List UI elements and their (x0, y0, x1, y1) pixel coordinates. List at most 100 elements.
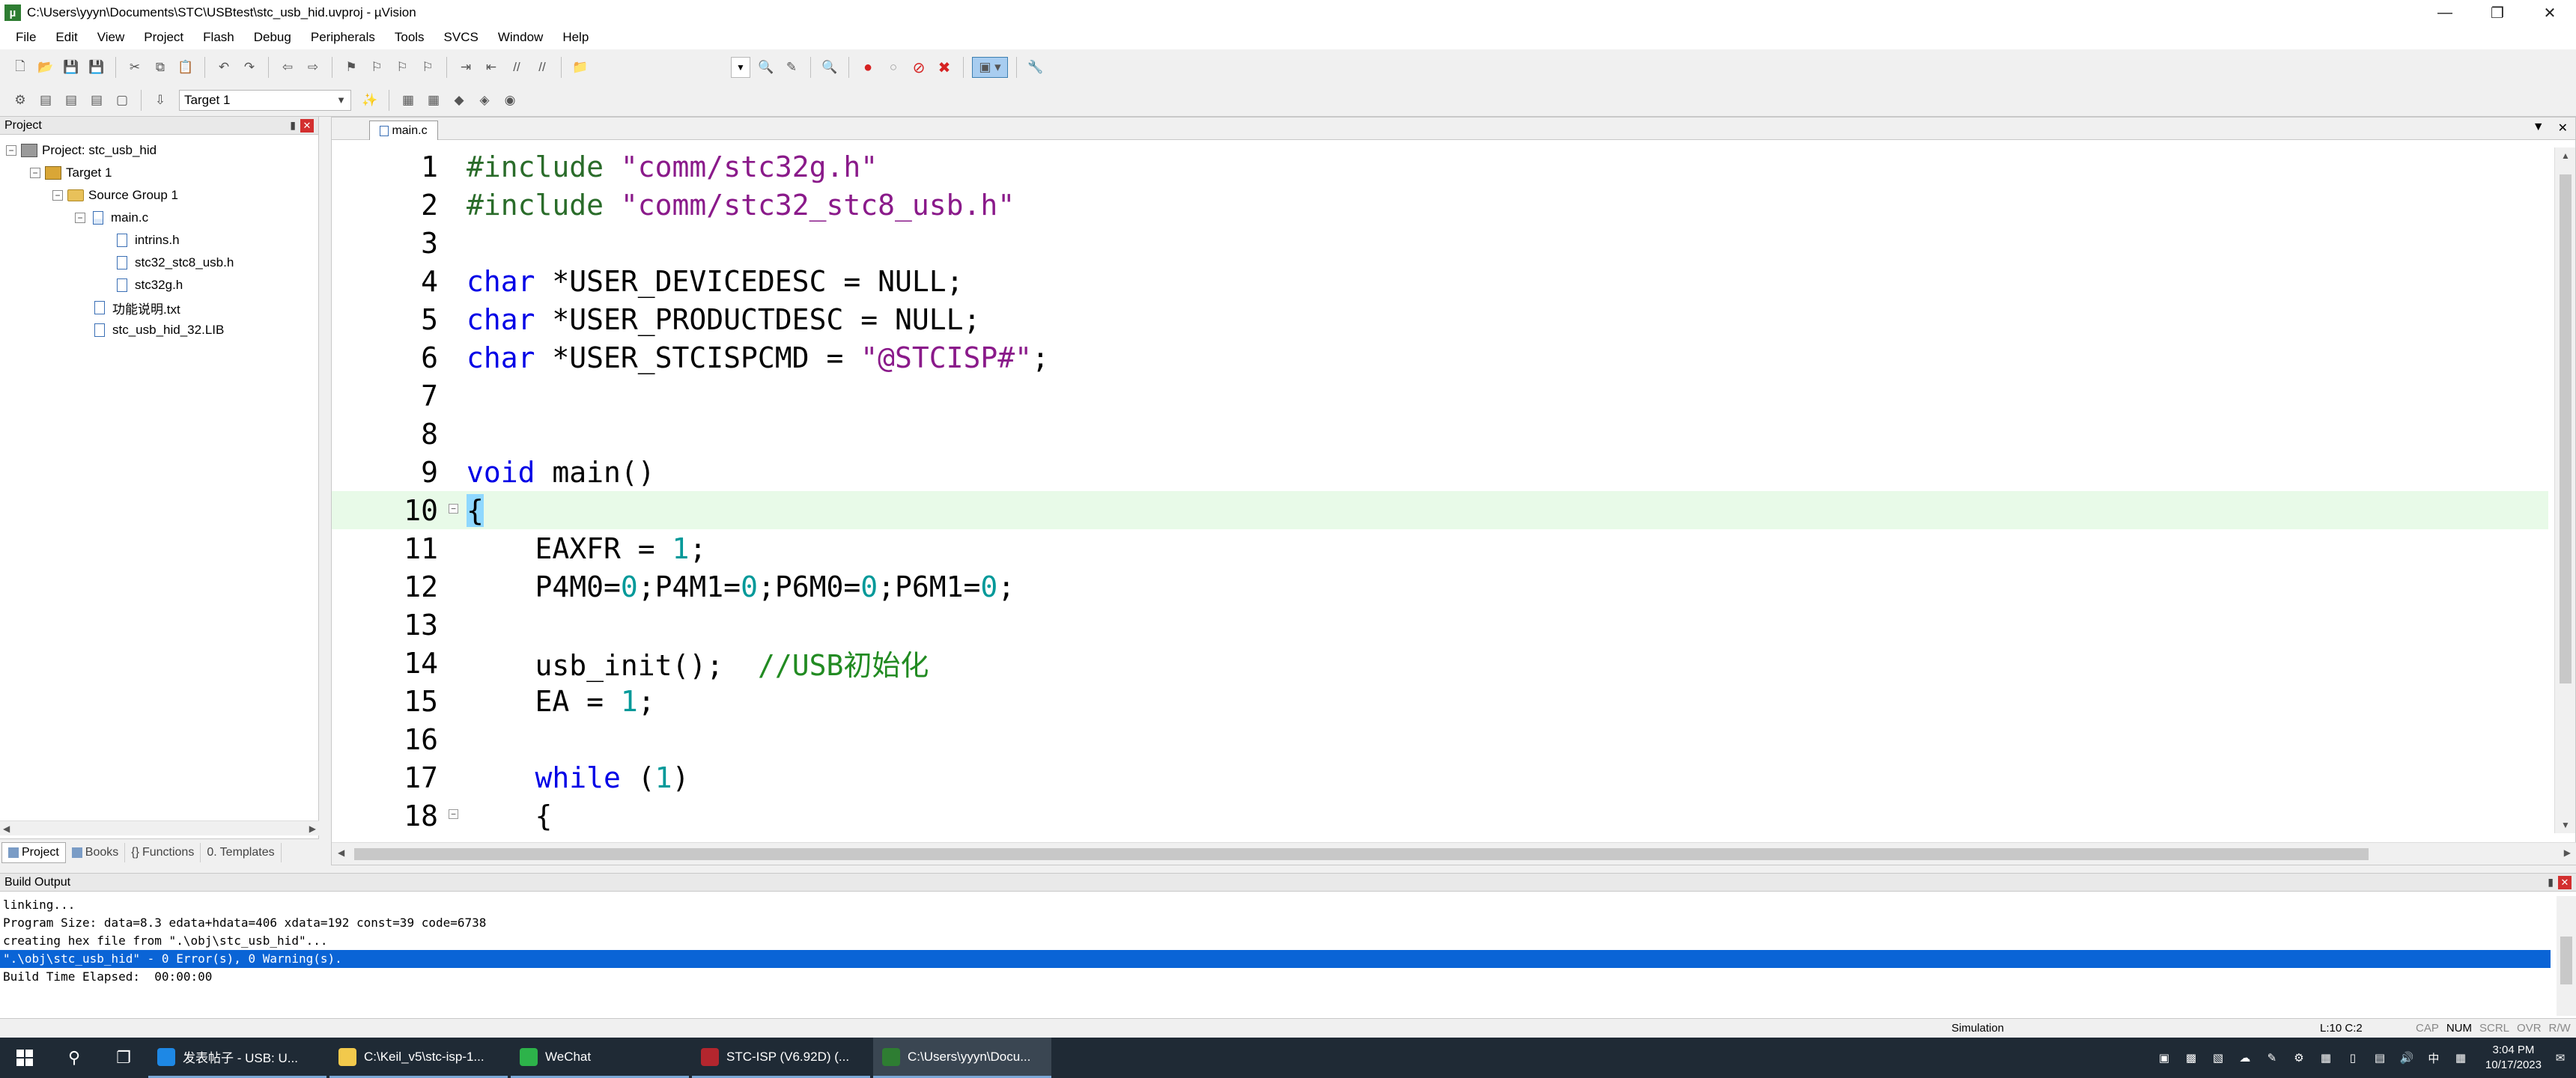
collapse-icon[interactable]: − (30, 168, 40, 178)
find-in-files-icon[interactable]: 📁 (570, 57, 591, 78)
build-output-line[interactable]: ".\obj\stc_usb_hid" - 0 Error(s), 0 Warn… (0, 950, 2551, 968)
debug-session-icon[interactable]: 🔍 (819, 57, 840, 78)
code-line[interactable]: 16 (332, 720, 2548, 758)
batch-build-icon[interactable]: ▤ (86, 90, 107, 111)
code-line[interactable]: 4 char *USER_DEVICEDESC = NULL; (332, 262, 2548, 300)
breakpoint-icon[interactable]: ● (857, 57, 878, 78)
taskbar-app-button[interactable]: C:\Keil_v5\stc-isp-1... (329, 1038, 508, 1078)
code-text-area[interactable]: 1 #include "comm/stc32g.h" 2 #include "comm… (332, 147, 2548, 833)
prev-bookmark-icon[interactable]: ⚐ (366, 57, 387, 78)
build-output-text[interactable]: linking... Program Size: data=8.3 edata+h… (0, 896, 2551, 986)
project-hscrollbar[interactable]: ◀ ▶ (0, 820, 319, 835)
close-icon[interactable]: ✕ (2558, 875, 2572, 889)
code-line[interactable]: 1 #include "comm/stc32g.h" (332, 147, 2548, 186)
code-line[interactable]: 5 char *USER_PRODUCTDESC = NULL; (332, 300, 2548, 338)
kill-all-breakpoints-icon[interactable]: ✖ (934, 57, 955, 78)
scroll-thumb[interactable] (2560, 174, 2572, 683)
menu-view[interactable]: View (88, 25, 135, 49)
code-line[interactable]: 18 − { (332, 797, 2548, 833)
tab-functions[interactable]: {} Functions (125, 842, 201, 862)
indent-icon[interactable]: ⇥ (455, 57, 476, 78)
menu-help[interactable]: Help (553, 25, 598, 49)
tab-project[interactable]: Project (1, 841, 66, 863)
ime-mode-icon[interactable]: ▦ (2452, 1051, 2469, 1065)
tree-item-target[interactable]: − Target 1 (0, 162, 318, 184)
fold-collapse-icon[interactable]: − (449, 809, 458, 819)
download-icon[interactable]: ⇩ (150, 90, 171, 111)
code-line[interactable]: 10 −{ (332, 491, 2548, 529)
menu-debug[interactable]: Debug (244, 25, 301, 49)
tray-app-icon[interactable]: ▩ (2183, 1051, 2199, 1065)
code-line[interactable]: 17 while (1) (332, 758, 2548, 797)
navigate-forward-icon[interactable]: ⇨ (303, 57, 323, 78)
pin-icon[interactable]: ▮ (290, 119, 296, 133)
pen-icon[interactable]: ✎ (2264, 1051, 2280, 1065)
next-bookmark-icon[interactable]: ⚐ (392, 57, 413, 78)
editor-tab-main-c[interactable]: main.c (369, 121, 438, 140)
scroll-right-icon[interactable]: ▶ (309, 823, 316, 834)
pack-installer-icon[interactable]: ◈ (474, 90, 495, 111)
menu-window[interactable]: Window (488, 25, 553, 49)
code-line[interactable]: 3 (332, 224, 2548, 262)
scroll-thumb[interactable] (354, 848, 2369, 860)
code-line[interactable]: 8 (332, 415, 2548, 453)
menu-svcs[interactable]: SVCS (434, 25, 488, 49)
clear-bookmarks-icon[interactable]: ⚐ (417, 57, 438, 78)
taskbar-app-button[interactable]: 发表帖子 - USB: U... (148, 1038, 326, 1078)
task-view-icon[interactable]: ❐ (99, 1038, 148, 1078)
configure-wrench-icon[interactable]: 🔧 (1025, 57, 1046, 78)
unindent-icon[interactable]: ⇤ (481, 57, 502, 78)
rte-icon[interactable]: ◉ (499, 90, 520, 111)
collapse-icon[interactable]: − (75, 213, 85, 223)
clock[interactable]: 3:04 PM 10/17/2023 (2485, 1043, 2542, 1073)
manage-components-icon[interactable]: ▦ (423, 90, 444, 111)
volume-icon[interactable]: 🔊 (2399, 1051, 2415, 1065)
select-packs-icon[interactable]: ◆ (449, 90, 470, 111)
menu-flash[interactable]: Flash (193, 25, 244, 49)
menu-edit[interactable]: Edit (46, 25, 87, 49)
menu-file[interactable]: File (6, 25, 46, 49)
build-output-line[interactable]: creating hex file from ".\obj\stc_usb_hi… (0, 932, 2551, 950)
paste-icon[interactable]: 📋 (175, 57, 196, 78)
disable-all-breakpoints-icon[interactable]: ⊘ (908, 57, 929, 78)
search-icon[interactable]: ⚲ (49, 1038, 99, 1078)
tray-app-icon[interactable]: ▣ (2156, 1051, 2172, 1065)
scroll-thumb[interactable] (2560, 937, 2572, 984)
undo-icon[interactable]: ↶ (213, 57, 234, 78)
tab-list-dropdown-icon[interactable]: ▼ (2533, 121, 2545, 135)
find-combo-dropdown[interactable]: ▼ (731, 57, 750, 78)
code-line[interactable]: 6 char *USER_STCISPCMD = "@STCISP#"; (332, 338, 2548, 377)
tree-item-include[interactable]: stc32_stc8_usb.h (0, 252, 318, 274)
notifications-icon[interactable]: ✉ (2552, 1051, 2569, 1065)
code-line[interactable]: 9 void main() (332, 453, 2548, 491)
translate-icon[interactable]: ⚙ (10, 90, 31, 111)
scroll-up-icon[interactable]: ▲ (2561, 150, 2570, 161)
build-vscrollbar[interactable] (2557, 896, 2576, 1016)
minimize-button[interactable]: — (2419, 0, 2471, 25)
code-line[interactable]: 13 (332, 606, 2548, 644)
bookmark-icon[interactable]: ⚑ (341, 57, 362, 78)
comment-icon[interactable]: // (506, 57, 527, 78)
scroll-left-icon[interactable]: ◀ (3, 823, 10, 834)
scroll-down-icon[interactable]: ▼ (2561, 820, 2570, 830)
tree-item-main-c[interactable]: − main.c (0, 207, 318, 229)
code-line[interactable]: 7 (332, 377, 2548, 415)
restore-button[interactable]: ❐ (2471, 0, 2524, 25)
close-tab-icon[interactable]: ✕ (2558, 121, 2568, 135)
collapse-icon[interactable]: − (6, 145, 16, 156)
menu-tools[interactable]: Tools (385, 25, 434, 49)
uncomment-icon[interactable]: // (532, 57, 553, 78)
window-layout-icon[interactable]: ▣ ▾ (972, 57, 1008, 78)
new-file-icon[interactable]: 🗋 (10, 57, 31, 78)
tray-app-icon[interactable]: ⚙ (2291, 1051, 2307, 1065)
code-line[interactable]: 14 usb_init(); //USB初始化 (332, 644, 2548, 683)
menu-peripherals[interactable]: Peripherals (301, 25, 385, 49)
taskbar-app-button[interactable]: WeChat (511, 1038, 689, 1078)
tab-books[interactable]: Books (66, 842, 126, 862)
build-icon[interactable]: ▤ (35, 90, 56, 111)
code-line[interactable]: 15 EA = 1; (332, 682, 2548, 720)
editor-hscrollbar[interactable]: ◀ ▶ (332, 842, 2576, 865)
tree-item-lib[interactable]: stc_usb_hid_32.LIB (0, 319, 318, 341)
redo-icon[interactable]: ↷ (239, 57, 260, 78)
build-output-line[interactable]: Build Time Elapsed: 00:00:00 (0, 968, 2551, 986)
